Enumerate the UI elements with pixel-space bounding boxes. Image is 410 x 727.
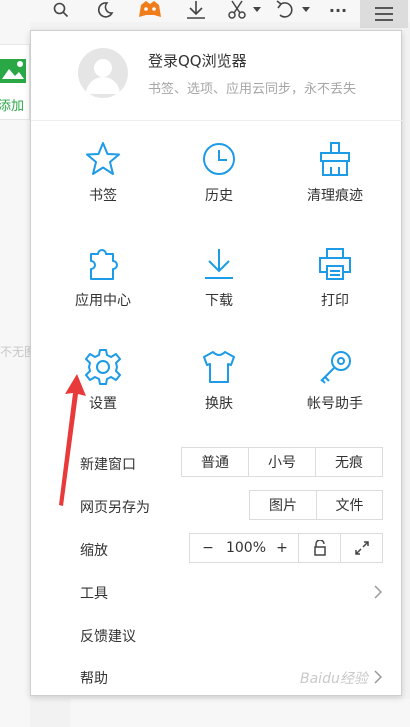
- watermark: Baidu经验: [300, 671, 368, 687]
- key-icon: [315, 347, 355, 387]
- menu-item-account-helper[interactable]: 帐号助手: [280, 347, 390, 427]
- help-label: 帮助: [80, 671, 108, 687]
- chevron-right-icon: [374, 670, 383, 684]
- download-icon[interactable]: [183, 0, 209, 20]
- image-icon: [0, 55, 26, 85]
- moon-icon[interactable]: [94, 0, 116, 20]
- menu-item-label: 书签: [89, 188, 117, 204]
- shirt-icon: [199, 347, 239, 387]
- save-as-image-button[interactable]: 图片: [250, 491, 316, 519]
- menu-item-label: 打印: [321, 293, 349, 309]
- clock-icon: [199, 139, 239, 179]
- scissors-icon[interactable]: [226, 0, 248, 20]
- menu-item-label: 帐号助手: [307, 396, 363, 412]
- menu-item-label: 清理痕迹: [307, 188, 363, 204]
- red-arrow: [59, 374, 86, 506]
- chevron-down-icon[interactable]: [300, 0, 312, 20]
- undo-icon[interactable]: [272, 0, 298, 20]
- search-icon[interactable]: [50, 0, 72, 20]
- menu-icon: [375, 7, 393, 21]
- chevron-right-icon: [374, 585, 383, 599]
- zoom-value: 100%: [225, 540, 267, 556]
- tools-label: 工具: [80, 586, 108, 602]
- fullscreen-button[interactable]: [340, 534, 382, 562]
- menu-item-app-center[interactable]: 应用中心: [48, 244, 158, 324]
- menu-item-tools[interactable]: 工具: [31, 572, 403, 612]
- puzzle-icon: [83, 244, 123, 284]
- menu-item-history[interactable]: 历史: [164, 139, 274, 219]
- user-login-header[interactable]: 登录QQ浏览器 书签、选项、应用云同步，永不丢失: [31, 31, 403, 121]
- zoom-lock-button[interactable]: [298, 534, 340, 562]
- game-icon[interactable]: [137, 0, 163, 20]
- zoom-label: 缩放: [80, 543, 108, 559]
- zoom-out-button[interactable]: −: [190, 534, 226, 562]
- avatar[interactable]: [78, 48, 128, 98]
- zoom-in-button[interactable]: +: [266, 534, 298, 562]
- star-icon: [83, 139, 123, 179]
- chevron-down-icon[interactable]: [251, 0, 263, 20]
- printer-icon: [315, 244, 355, 284]
- feedback-label: 反馈建议: [80, 629, 136, 645]
- browser-toolbar: ···: [0, 0, 410, 22]
- menu-item-label: 历史: [205, 188, 233, 204]
- menu-item-skin[interactable]: 换肤: [164, 347, 274, 427]
- menu-item-download[interactable]: 下载: [164, 244, 274, 324]
- more-icon[interactable]: ···: [326, 0, 350, 20]
- download-icon: [199, 244, 239, 284]
- menu-item-label: 应用中心: [75, 293, 131, 309]
- page-bottom: [70, 699, 410, 727]
- menu-item-label: 换肤: [205, 396, 233, 412]
- save-as-file-button[interactable]: 文件: [316, 491, 382, 519]
- menu-item-feedback[interactable]: 反馈建议: [31, 615, 403, 655]
- menu-item-clear-traces[interactable]: 清理痕迹: [280, 139, 390, 219]
- menu-button[interactable]: [360, 0, 408, 28]
- new-window-options: 普通 小号 无痕: [181, 447, 383, 477]
- save-page-label: 网页另存为: [80, 500, 150, 516]
- zoom-row: 缩放 − 100% +: [31, 529, 403, 569]
- fullscreen-icon: [354, 541, 369, 555]
- menu-item-label: 下载: [205, 293, 233, 309]
- login-subtitle: 书签、选项、应用云同步，永不丢失: [148, 82, 357, 97]
- menu-item-print[interactable]: 打印: [280, 244, 390, 324]
- menu-item-bookmarks[interactable]: 书签: [48, 139, 158, 219]
- page-background: [0, 22, 30, 727]
- new-window-alt-account-button[interactable]: 小号: [248, 448, 315, 476]
- broom-icon: [315, 139, 355, 179]
- save-page-options: 图片 文件: [249, 490, 383, 520]
- lock-icon: [313, 540, 326, 556]
- new-window-incognito-button[interactable]: 无痕: [315, 448, 382, 476]
- browser-menu-panel: 登录QQ浏览器 书签、选项、应用云同步，永不丢失 书签 历史 清理痕迹 应用中心…: [30, 30, 403, 696]
- zoom-controls: − 100% +: [189, 533, 383, 563]
- add-tile-label: 添加: [0, 99, 25, 114]
- login-link[interactable]: 登录QQ浏览器: [148, 50, 247, 71]
- new-window-normal-button[interactable]: 普通: [182, 448, 248, 476]
